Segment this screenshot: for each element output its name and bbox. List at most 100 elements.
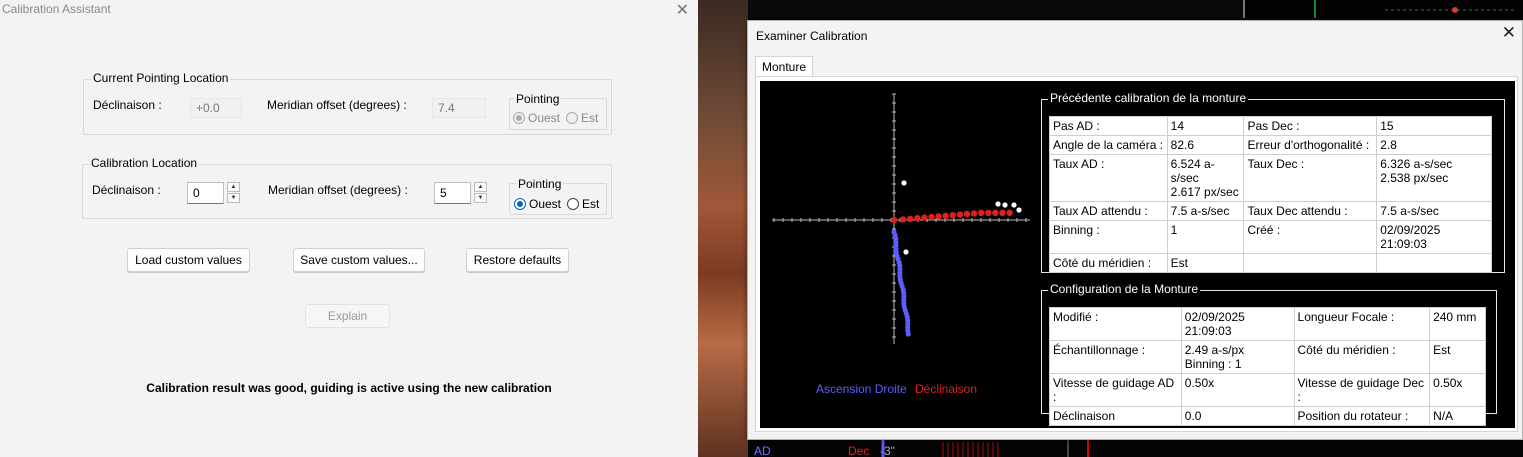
return-point [995,201,1001,207]
table-cell-label: Taux Dec : [1243,154,1378,202]
declination-point [963,210,971,218]
table-row: Pas AD :14 Pas Dec :15 [1049,116,1492,136]
declination-point [890,216,898,224]
calibration-west-radio[interactable]: Ouest [514,197,561,211]
table-cell-value: 0.50x [1429,373,1486,407]
table-cell-label: Vitesse de guidage AD : [1049,373,1182,407]
table-cell-value: 0.50x [1180,373,1295,407]
return-point [903,249,909,255]
table-cell-value: 1 [1166,220,1245,254]
table-cell-value: Est [1166,253,1245,273]
close-icon[interactable]: ✕ [676,0,689,20]
declination-point [970,210,978,217]
table-cell-label: Côté du méridien : [1293,340,1431,374]
table-cell-label [1243,253,1378,273]
table-cell-label: Erreur d'orthogonalité : [1243,135,1378,155]
table-cell-value: 7.5 a-s/sec [1376,201,1492,221]
spin-up-icon[interactable]: ▲ [474,182,487,192]
legend-ascension-droite: Ascension Droite [816,382,907,396]
table-cell-value: 2.8 [1376,135,1492,155]
table-cell-value: 240 mm [1429,307,1486,341]
declination-point [949,212,956,219]
declination-point [999,209,1006,216]
table-cell-label: Créé : [1243,220,1378,254]
table-row: Modifié :02/09/2025 21:09:03 Longueur Foc… [1049,307,1486,341]
declination-point [978,209,985,216]
declination-point [907,215,914,222]
declination-point [921,214,928,221]
window-title: Examiner Calibration [756,29,868,43]
explain-button[interactable]: Explain [305,304,390,328]
close-icon[interactable]: ✕ [1502,23,1516,43]
meridian-offset-label: Meridian offset (degrees) : [267,98,407,112]
table-cell-value: 2.49 a-s/px Binning : 1 [1180,340,1295,374]
table-cell-value: 14 [1166,116,1245,136]
table-cell-value: 15 [1376,116,1492,136]
calibration-meridian-offset-input[interactable]: 5 [434,182,471,204]
declination-point [1006,209,1013,216]
declination-point [914,215,921,222]
table-row: Angle de la caméra :82.6 Erreur d'orthogo… [1049,135,1492,155]
mount-configuration-group: Configuration de la Monture Modifié :02/… [1041,282,1497,426]
table-cell-label: Longueur Focale : [1293,307,1431,341]
calibration-east-radio[interactable]: Est [567,197,599,211]
previous-calibration-table: Pas AD :14 Pas Dec :15 Angle de la caméra … [1049,116,1492,273]
table-row: Binning :1 Créé :02/09/2025 21:09:03 [1049,220,1492,254]
background-status-strip: AD Dec -3" [748,438,1523,457]
table-cell-value: 6.326 a-s/sec 2.538 px/sec [1376,154,1492,202]
table-cell-label: Échantillonnage : [1049,340,1182,374]
table-cell-label: Pas Dec : [1243,116,1378,136]
table-cell-label: Côté du méridien : [1049,253,1168,273]
table-cell-value: N/A [1429,406,1486,426]
table-cell-label: Modifié : [1049,307,1182,341]
tab-panel: Ascension Droite Déclinaison Précédente … [755,76,1518,432]
spin-down-icon[interactable]: ▼ [474,193,487,203]
calibration-declination-input[interactable]: 0 [187,182,224,204]
calibration-graph [772,93,1030,344]
pointing-title: Pointing [516,177,564,191]
meridian-offset-spinner[interactable]: ▲ ▼ [474,182,487,204]
declination-spinner[interactable]: ▲ ▼ [227,182,240,204]
table-cell-label: Vitesse de guidage Dec : [1293,373,1431,407]
window-title: Calibration Assistant [2,2,111,16]
meridian-offset-label: Meridian offset (degrees) : [268,183,408,197]
background-trace [881,438,1089,457]
declination-point [985,209,992,216]
return-point [901,180,907,186]
declination-label: Déclinaison : [93,98,162,112]
table-row: Échantillonnage :2.49 a-s/px Binning : 1C… [1049,340,1486,374]
table-cell-label: Position du rotateur : [1293,406,1431,426]
table-cell-value: 02/09/2025 21:09:03 [1180,307,1295,341]
table-cell-value: 0.0 [1180,406,1295,426]
title-bar: Calibration Assistant ✕ [0,0,698,20]
declination-point [935,213,942,220]
table-cell-label: Taux AD : [1049,154,1168,202]
current-west-radio: Ouest [513,111,560,125]
table-cell-label: Taux AD attendu : [1049,201,1168,221]
declination-point [992,209,999,216]
restore-defaults-button[interactable]: Restore defaults [466,248,569,272]
table-cell-value: Est [1429,340,1486,374]
previous-calibration-group: Précédente calibration de la monture Pas… [1041,91,1505,273]
spin-down-icon[interactable]: ▼ [227,193,240,203]
table-cell-value [1376,253,1492,273]
table-cell-value: 6.524 a-s/sec 2.617 px/sec [1166,154,1245,202]
legend-declinaison: Déclinaison [915,382,978,396]
table-cell-value: 82.6 [1166,135,1245,155]
return-point [1016,207,1022,213]
current-meridian-offset-field: 7.4 [432,98,486,118]
save-custom-values-button[interactable]: Save custom values... [293,248,425,272]
examiner-calibration-window: Examiner Calibration ✕ Monture Ascension… [747,20,1523,440]
table-row: Taux AD attendu : 7.5 a-s/sec Taux Dec att… [1049,201,1492,221]
spin-up-icon[interactable]: ▲ [227,182,240,192]
table-cell-label: Binning : [1049,220,1168,254]
current-declination-field: +0.0 [190,98,242,118]
tab-monture[interactable]: Monture [755,56,814,77]
declination-point [899,216,907,223]
ascension-point [905,331,911,337]
mount-configuration-table: Modifié :02/09/2025 21:09:03 Longueur Foc… [1049,307,1486,426]
table-cell-label: Taux Dec attendu : [1243,201,1378,221]
table-cell-label: Pas AD : [1049,116,1168,136]
calibration-pointing-subgroup: Pointing Ouest Est [509,177,607,215]
load-custom-values-button[interactable]: Load custom values [127,248,250,272]
